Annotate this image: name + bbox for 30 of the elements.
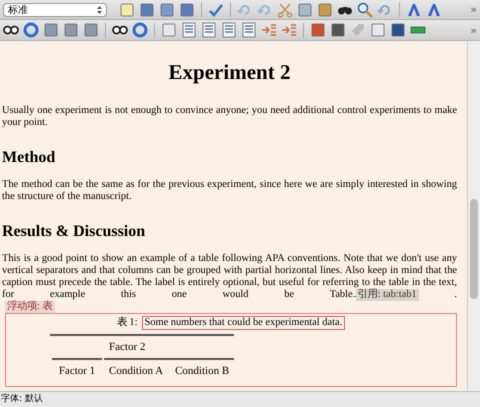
list-icon[interactable] xyxy=(241,22,257,38)
more-tools-button[interactable]: » xyxy=(470,24,477,36)
section-heading: Results & Discussion xyxy=(2,223,146,241)
outdent-icon[interactable] xyxy=(281,22,297,38)
list-icon[interactable] xyxy=(201,22,217,38)
scrollbar-thumb[interactable] xyxy=(470,199,478,299)
updown-arrows-icon xyxy=(97,6,102,14)
table-cell: Factor 2 xyxy=(103,335,234,359)
float-label[interactable]: 浮动项: 表 xyxy=(5,301,54,313)
table-cell: Condition A xyxy=(103,359,170,382)
scissors-icon[interactable] xyxy=(277,2,293,18)
scrollbar[interactable] xyxy=(467,41,480,391)
document-title: Experiment 2 xyxy=(168,60,292,84)
more-tools-button[interactable]: » xyxy=(470,3,477,16)
section-heading: Method xyxy=(2,149,56,167)
spellcheck-icon[interactable] xyxy=(208,2,224,18)
caption-inset[interactable]: Some numbers that could be experimental data. xyxy=(142,316,346,330)
status-text: 字体: 默认 xyxy=(0,391,480,407)
paragraph: This is a good point to show an example of a table following APA conventions. Note that we don't use any vertical separators and that columns can be grouped with partial horizontal lines. Also keep in mind that the caption must precede the table. The label is entirely optional, but useful for referring to the table in the text, for example this one would be Table 引用: tab:tab1 . xyxy=(2,253,457,301)
table-cell: Condition B xyxy=(169,359,234,382)
paragraph: The method can be the same as for the previous experiment, since here we are simply interested in showing the structure of the manuscript. xyxy=(2,179,457,203)
caption-number: 表 1: xyxy=(116,317,138,329)
paragraph: Usually one experiment is not enough to convince anyone; you need additional control experiments to make your point. xyxy=(2,105,457,129)
list-icon[interactable] xyxy=(181,22,197,38)
table-cell: Factor 1 xyxy=(51,359,103,382)
reference-inset[interactable]: 引用: tab:tab1 xyxy=(356,289,419,301)
list-icon[interactable] xyxy=(221,22,237,38)
style-dropdown[interactable]: 标准 xyxy=(3,2,107,16)
indent-icon[interactable] xyxy=(261,22,277,38)
search-icon[interactable] xyxy=(357,2,373,18)
